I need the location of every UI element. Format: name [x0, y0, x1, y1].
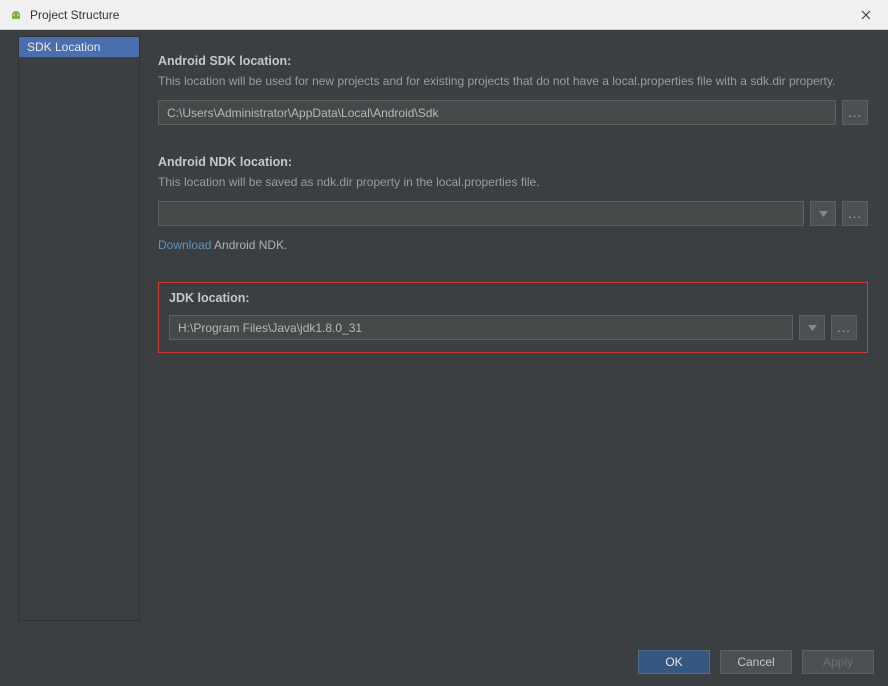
ndk-download-row: Download Android NDK.	[158, 238, 868, 252]
ndk-browse-button[interactable]: ...	[842, 201, 868, 226]
sdk-location-title: Android SDK location:	[158, 54, 868, 68]
sdk-input-row: ...	[158, 100, 868, 125]
apply-button: Apply	[802, 650, 874, 674]
ndk-download-tail: Android NDK.	[211, 238, 287, 252]
ok-button[interactable]: OK	[638, 650, 710, 674]
main-panel: Android SDK location: This location will…	[140, 36, 878, 640]
sdk-location-input[interactable]	[158, 100, 836, 125]
jdk-input-row: ...	[169, 315, 857, 340]
jdk-dropdown-button[interactable]	[799, 315, 825, 340]
close-button[interactable]	[843, 0, 888, 30]
sidebar: SDK Location	[18, 36, 140, 621]
cancel-button[interactable]: Cancel	[720, 650, 792, 674]
ndk-location-desc: This location will be saved as ndk.dir p…	[158, 173, 868, 191]
window-body: SDK Location Android SDK location: This …	[0, 30, 888, 640]
ndk-input-row: ...	[158, 201, 868, 226]
sdk-location-desc: This location will be used for new proje…	[158, 72, 868, 90]
titlebar: Project Structure	[0, 0, 888, 30]
jdk-section-box: JDK location: ...	[158, 282, 868, 353]
jdk-location-input[interactable]	[169, 315, 793, 340]
sdk-browse-button[interactable]: ...	[842, 100, 868, 125]
ndk-dropdown-button[interactable]	[810, 201, 836, 226]
ndk-location-input[interactable]	[158, 201, 804, 226]
app-icon	[8, 7, 24, 23]
ndk-location-title: Android NDK location:	[158, 155, 868, 169]
jdk-browse-button[interactable]: ...	[831, 315, 857, 340]
button-bar: OK Cancel Apply	[0, 640, 888, 686]
sidebar-item-sdk-location[interactable]: SDK Location	[19, 37, 139, 57]
jdk-location-title: JDK location:	[169, 291, 857, 305]
left-gutter	[0, 36, 16, 640]
ndk-download-link[interactable]: Download	[158, 238, 211, 252]
window-title: Project Structure	[30, 8, 843, 22]
